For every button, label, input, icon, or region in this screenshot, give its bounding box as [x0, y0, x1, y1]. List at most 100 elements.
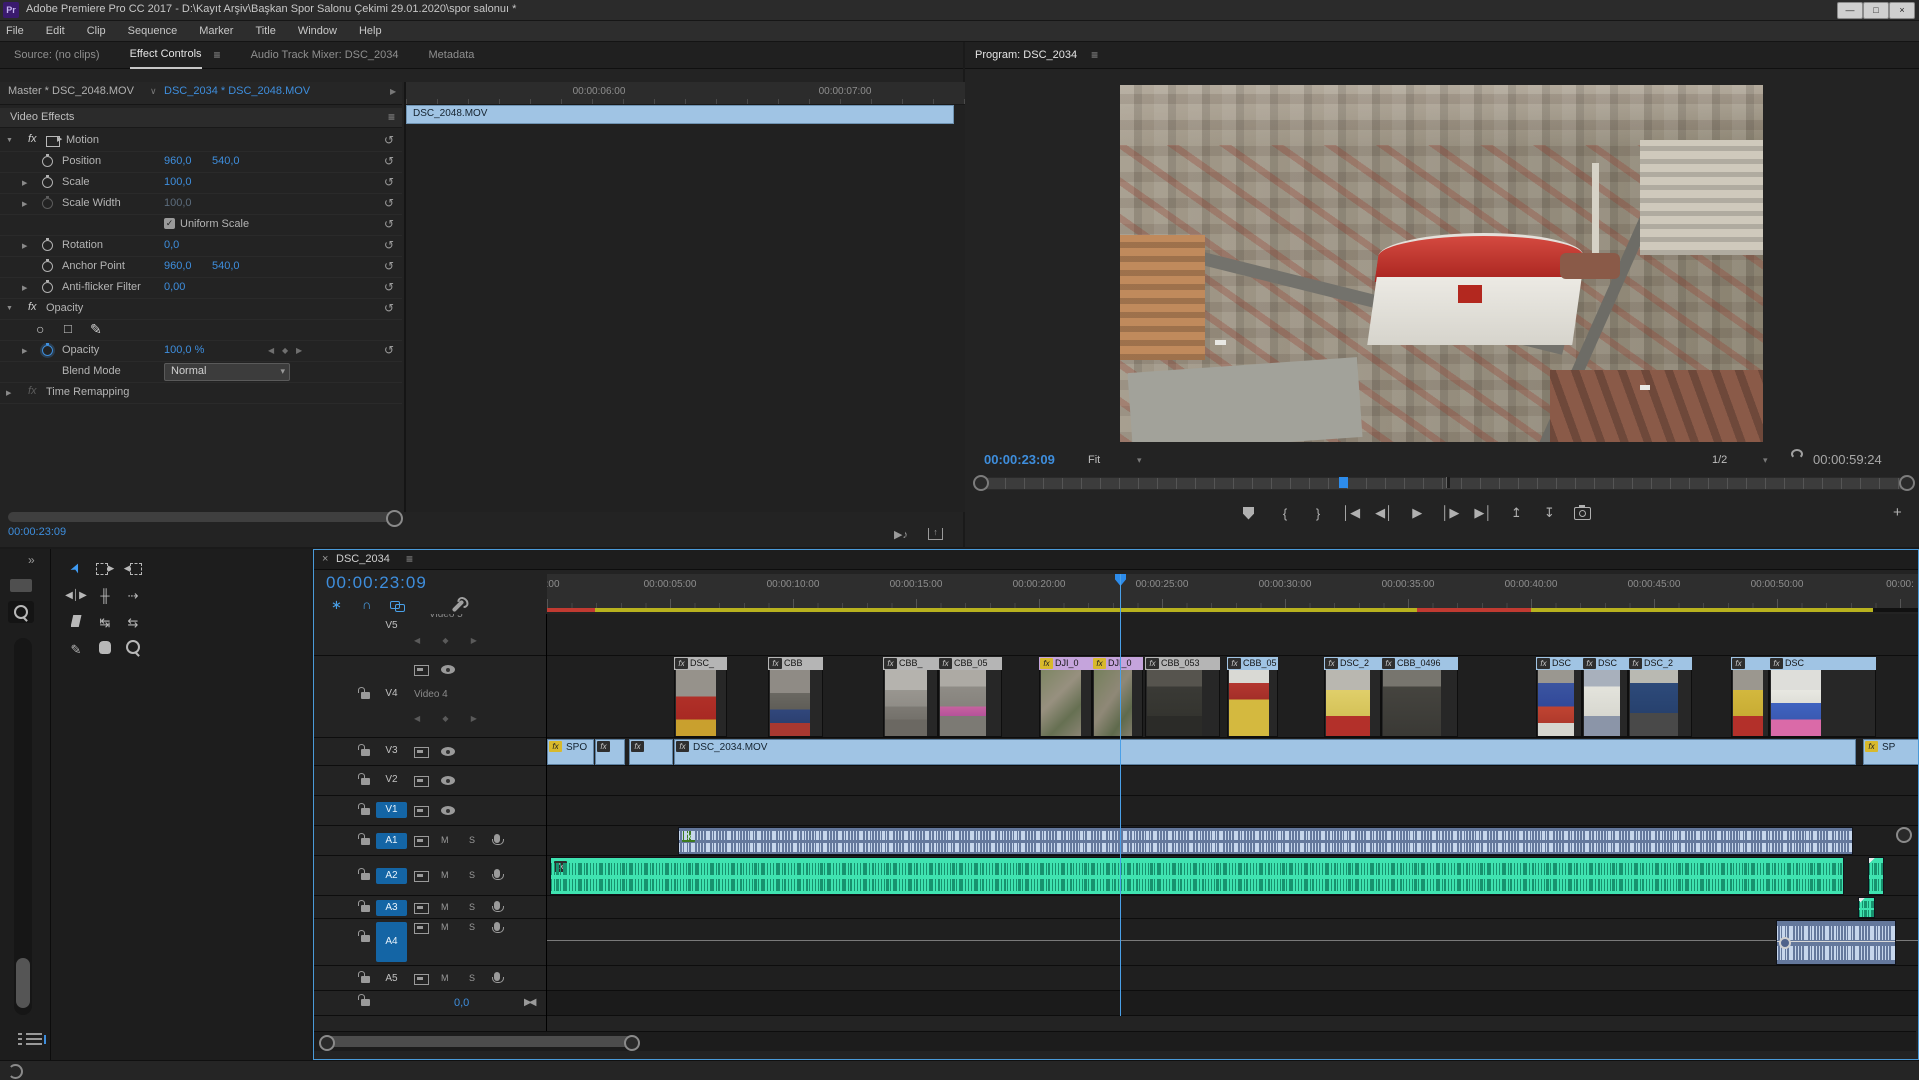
- menu-window[interactable]: Window: [298, 25, 337, 37]
- reset-icon[interactable]: ↺: [384, 133, 394, 147]
- menu-marker[interactable]: Marker: [199, 25, 233, 37]
- property-value[interactable]: 100,0: [164, 197, 192, 209]
- track-header-a5[interactable]: A5MS: [314, 966, 546, 991]
- fx-badge-icon[interactable]: fx: [1093, 658, 1106, 669]
- track-header-a3[interactable]: A3MS: [314, 896, 546, 919]
- scrubber-track[interactable]: [985, 477, 1903, 490]
- menu-file[interactable]: File: [6, 25, 24, 37]
- property-value[interactable]: 960,0: [164, 260, 192, 272]
- go-to-in-button[interactable]: │◀: [1342, 505, 1360, 521]
- fx-badge-icon[interactable]: fx: [884, 658, 897, 669]
- track-header-a1[interactable]: A1MS: [314, 826, 546, 856]
- slip-tool[interactable]: ↹: [92, 611, 118, 635]
- effect-mini-ruler[interactable]: 00:00:06:0000:00:07:00: [406, 82, 965, 105]
- voiceover-mic-icon[interactable]: [494, 834, 500, 843]
- track-header-v5[interactable]: V5Video 5◀ ◆ ▶: [314, 614, 546, 656]
- stopwatch-icon[interactable]: [42, 345, 53, 356]
- add-marker-button[interactable]: [1243, 507, 1261, 520]
- reset-icon[interactable]: ↺: [384, 217, 394, 231]
- ripple-edit-tool[interactable]: ◀│▶: [63, 584, 89, 608]
- fx-badge-icon[interactable]: fx: [549, 741, 562, 752]
- toggle-track-output-eye-icon[interactable]: [441, 806, 455, 815]
- lock-icon[interactable]: [361, 838, 370, 845]
- effect-row-opacity[interactable]: ▶Opacity100,0 %◀◆▶↺: [0, 340, 402, 362]
- effect-row-rotation[interactable]: ▶Rotation0,0↺: [0, 235, 402, 257]
- mask-rect-icon[interactable]: □: [64, 321, 72, 336]
- source-patch-icon[interactable]: [414, 974, 429, 985]
- voiceover-mic-icon[interactable]: [494, 972, 500, 981]
- fx-badge-icon[interactable]: fx: [1325, 658, 1338, 669]
- expand-dock-icon[interactable]: »: [28, 553, 35, 567]
- source-patch-icon[interactable]: [414, 871, 429, 882]
- voiceover-mic-icon[interactable]: [494, 869, 500, 878]
- track-select-forward-tool[interactable]: ▸: [92, 556, 118, 580]
- fx-badge-icon[interactable]: fx: [939, 658, 952, 669]
- fx-badge-icon[interactable]: fx: [1228, 658, 1241, 669]
- stopwatch-icon[interactable]: [42, 177, 53, 188]
- twirl-icon[interactable]: ▶: [22, 284, 27, 292]
- program-scrubber[interactable]: [971, 474, 1913, 490]
- lock-icon[interactable]: [361, 749, 370, 756]
- menu-title[interactable]: Title: [255, 25, 275, 37]
- reset-icon[interactable]: ↺: [384, 259, 394, 273]
- clip-v4-dji-0[interactable]: fxDJI_0: [1039, 657, 1092, 737]
- mute-button[interactable]: M: [441, 835, 449, 845]
- keyframe-nav-arrows[interactable]: ◀ ◆ ▶: [414, 636, 487, 645]
- fx-badge-icon[interactable]: fx: [1865, 741, 1878, 752]
- track-badge-v5[interactable]: V5: [376, 618, 407, 634]
- nest-toggle-icon[interactable]: ∗: [331, 597, 342, 613]
- fx-badge-icon[interactable]: fx: [1040, 658, 1053, 669]
- lock-icon[interactable]: [361, 808, 370, 815]
- twirl-icon[interactable]: ▼: [6, 305, 13, 312]
- fx-badge-icon[interactable]: fx: [1732, 658, 1745, 669]
- lock-icon[interactable]: [361, 999, 370, 1006]
- track-badge-v2[interactable]: V2: [376, 772, 407, 788]
- effect-clip-bar[interactable]: DSC_2048.MOV: [406, 105, 954, 124]
- clip-v3-spo[interactable]: fxSPO: [547, 739, 594, 765]
- effect-row-blend-mode[interactable]: Blend ModeNormal▾: [0, 361, 402, 383]
- tab-effect-controls[interactable]: Effect Controls: [130, 42, 202, 69]
- playback-resolution-select[interactable]: 1/2: [1712, 454, 1727, 466]
- volume-rubber-band[interactable]: [547, 940, 1918, 941]
- clip-v3-untitled[interactable]: fx: [629, 739, 673, 765]
- timeline-panel-menu-icon[interactable]: ≡: [406, 552, 413, 566]
- fx-badge-icon[interactable]: fx: [597, 741, 610, 752]
- track-header-v2[interactable]: V2: [314, 766, 546, 796]
- property-value-2[interactable]: 540,0: [212, 260, 240, 272]
- lane-v1[interactable]: [547, 796, 1918, 826]
- section-menu-icon[interactable]: ≡: [388, 110, 395, 124]
- uniform-scale-checkbox[interactable]: ✓: [164, 218, 175, 229]
- timeline-hscroll-track[interactable]: [314, 1031, 1916, 1051]
- menu-clip[interactable]: Clip: [87, 25, 106, 37]
- lane-v2[interactable]: [547, 766, 1918, 796]
- slide-tool[interactable]: ⇆: [120, 611, 146, 635]
- clip-v4-dsc-2[interactable]: fxDSC_2: [1628, 657, 1692, 737]
- master-gain-value[interactable]: 0,0: [454, 997, 469, 1009]
- mute-button[interactable]: M: [441, 973, 449, 983]
- effect-row-anchor-point[interactable]: Anchor Point960,0540,0↺: [0, 256, 402, 278]
- blend-mode-select[interactable]: Normal▾: [164, 363, 290, 381]
- search-box[interactable]: [8, 601, 34, 623]
- toggle-track-output-eye-icon[interactable]: [441, 665, 455, 674]
- reset-icon[interactable]: ↺: [384, 343, 394, 357]
- property-value[interactable]: 0,0: [164, 239, 179, 251]
- track-badge-a2[interactable]: A2: [376, 868, 407, 884]
- add-keyframe-icon[interactable]: ◆: [282, 346, 288, 355]
- program-timecode[interactable]: 00:00:23:09: [984, 452, 1055, 467]
- lane-v5[interactable]: [547, 614, 1918, 656]
- track-badge-a1[interactable]: A1: [376, 833, 407, 849]
- mark-in-button[interactable]: {: [1276, 506, 1294, 521]
- source-patch-icon[interactable]: [414, 747, 429, 758]
- track-badge-a4[interactable]: A4: [376, 922, 407, 962]
- track-header-master[interactable]: 0,0 ▶◀: [314, 991, 546, 1016]
- menu-sequence[interactable]: Sequence: [128, 25, 178, 37]
- clip-volume-rubber-band[interactable]: [1777, 941, 1895, 942]
- fit-track-icon[interactable]: ▶◀: [524, 997, 533, 1008]
- lane-a5[interactable]: [547, 966, 1918, 991]
- tab-audio-track-mixer-dsc-2034[interactable]: Audio Track Mixer: DSC_2034: [251, 43, 399, 68]
- property-value[interactable]: 100,0: [164, 176, 192, 188]
- hscroll-right-knob[interactable]: [624, 1035, 640, 1051]
- tab-source-no-clips-[interactable]: Source: (no clips): [14, 43, 100, 68]
- clip-v4-cbb-0496[interactable]: fxCBB_0496: [1381, 657, 1458, 737]
- lock-icon[interactable]: [361, 905, 370, 912]
